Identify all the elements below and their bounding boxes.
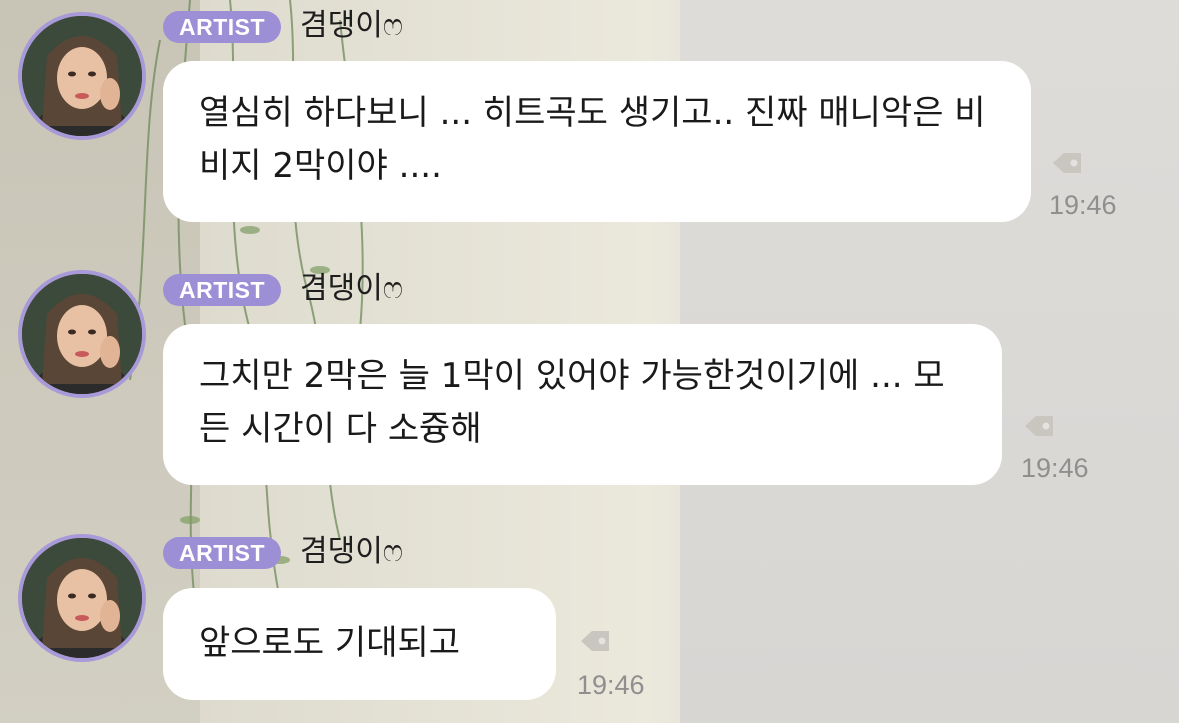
avatar-photo — [22, 16, 142, 136]
artist-badge: ARTIST — [163, 274, 282, 306]
tag-icon[interactable] — [1022, 413, 1056, 439]
username[interactable]: 겸댕이ෆ — [300, 8, 403, 44]
message-bubble[interactable]: 그치만 2막은 늘 1막이 있어야 가능한것이기에 ... 모든 시간이 다 소… — [163, 324, 1002, 485]
avatar[interactable] — [18, 534, 146, 662]
avatar[interactable] — [18, 270, 146, 398]
tag-icon[interactable] — [1050, 150, 1084, 176]
artist-badge: ARTIST — [163, 537, 282, 569]
avatar-photo — [22, 538, 142, 658]
tag-icon[interactable] — [578, 628, 612, 654]
timestamp: 19:46 — [1049, 190, 1117, 220]
message-bubble[interactable]: 열심히 하다보니 ... 히트곡도 생기고.. 진짜 매니악은 비비지 2막이야… — [163, 61, 1031, 222]
message-bubble[interactable]: 앞으로도 기대되고 — [163, 588, 556, 700]
avatar[interactable] — [18, 12, 146, 140]
avatar-photo — [22, 274, 142, 394]
message-text: 그치만 2막은 늘 1막이 있어야 가능한것이기에 ... 모든 시간이 다 소… — [199, 356, 945, 449]
message-text: 열심히 하다보니 ... 히트곡도 생기고.. 진짜 매니악은 비비지 2막이야… — [199, 93, 986, 186]
timestamp: 19:46 — [577, 670, 645, 700]
artist-badge: ARTIST — [163, 11, 282, 43]
timestamp: 19:46 — [1021, 453, 1089, 483]
username[interactable]: 겸댕이ෆ — [300, 534, 403, 570]
username[interactable]: 겸댕이ෆ — [300, 271, 403, 307]
message-text: 앞으로도 기대되고 — [199, 623, 461, 663]
